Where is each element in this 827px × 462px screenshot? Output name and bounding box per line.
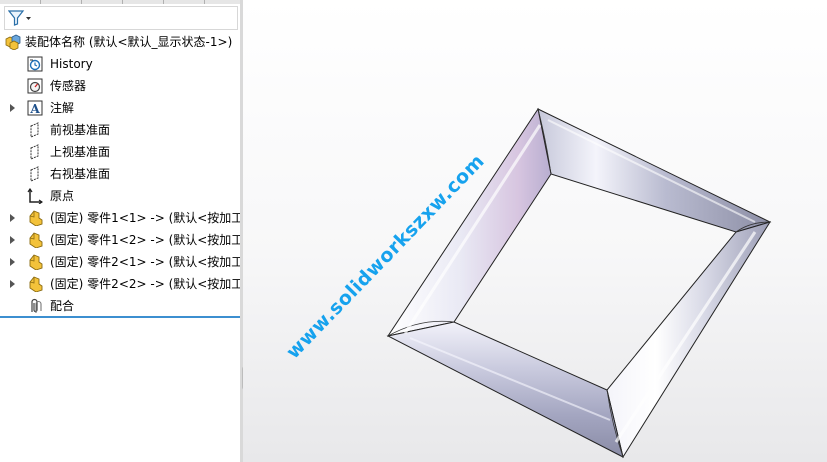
- frame-member-top[interactable]: [537, 108, 772, 233]
- plane-icon: [30, 166, 39, 182]
- tree-item-part[interactable]: (固定) 零件2<1> -> (默认<按加工:: [0, 251, 240, 273]
- tree-item-label: 注解: [50, 101, 75, 115]
- tree-item-label: History: [50, 57, 93, 71]
- tree-item-sensors[interactable]: 传感器: [0, 75, 240, 97]
- tree-separator: [0, 316, 240, 318]
- tree-item-label: 传感器: [50, 79, 87, 93]
- panel-tab[interactable]: [82, 0, 123, 4]
- expand-arrow-icon[interactable]: [10, 236, 15, 244]
- filter-bar[interactable]: [4, 6, 238, 30]
- tree-item-history[interactable]: History: [0, 53, 240, 75]
- frame-model[interactable]: [243, 0, 827, 462]
- panel-tab-strip: [0, 0, 240, 4]
- filter-icon[interactable]: [8, 10, 32, 26]
- part-icon: [29, 276, 43, 292]
- tree-item-annotations[interactable]: A 注解: [0, 97, 240, 119]
- origin-icon: [27, 188, 43, 204]
- part-icon: [29, 254, 43, 270]
- tree-item-label: (固定) 零件1<2> -> (默认<按加工:: [50, 233, 240, 247]
- feature-manager-panel: 装配体名称 (默认<默认_显示状态-1>) History 传感器 A 注解 前…: [0, 0, 240, 462]
- part-icon: [29, 232, 43, 248]
- annotation-icon: A: [27, 100, 43, 116]
- highlight-line: [614, 231, 757, 443]
- tree-item-label: (固定) 零件1<1> -> (默认<按加工:: [50, 211, 240, 225]
- tree-item-part[interactable]: (固定) 零件2<2> -> (默认<按加工:: [0, 273, 240, 295]
- expand-arrow-icon[interactable]: [10, 258, 15, 266]
- panel-tab[interactable]: [0, 0, 41, 4]
- tree-item-label: 配合: [50, 299, 75, 313]
- tree-item-label: (固定) 零件2<2> -> (默认<按加工:: [50, 277, 240, 291]
- expand-arrow-icon[interactable]: [10, 280, 15, 288]
- tree-item-part[interactable]: (固定) 零件1<2> -> (默认<按加工:: [0, 229, 240, 251]
- tree-item-label: 右视基准面: [50, 167, 111, 181]
- sensor-icon: [27, 78, 43, 94]
- plane-icon: [30, 122, 39, 138]
- tree-item-mates[interactable]: 配合: [0, 295, 240, 317]
- tree-item-front-plane[interactable]: 前视基准面: [0, 119, 240, 141]
- tree-item-label: 前视基准面: [50, 123, 111, 137]
- mates-icon: [31, 298, 42, 313]
- tree-root-assembly[interactable]: 装配体名称 (默认<默认_显示状态-1>): [0, 31, 240, 53]
- frame-member-right[interactable]: [606, 221, 772, 459]
- tree-item-part[interactable]: (固定) 零件1<1> -> (默认<按加工:: [0, 207, 240, 229]
- tree-item-top-plane[interactable]: 上视基准面: [0, 141, 240, 163]
- panel-tab[interactable]: [123, 0, 164, 4]
- expand-arrow-icon[interactable]: [10, 104, 15, 112]
- tree-item-label: 上视基准面: [50, 145, 111, 159]
- plane-icon: [30, 144, 39, 160]
- panel-tab[interactable]: [41, 0, 82, 4]
- tree-item-label: (固定) 零件2<1> -> (默认<按加工:: [50, 255, 240, 269]
- panel-tab[interactable]: [164, 0, 205, 4]
- svg-text:A: A: [29, 102, 40, 116]
- expand-arrow-icon[interactable]: [10, 214, 15, 222]
- history-icon: [27, 56, 43, 72]
- tree-item-label: 原点: [50, 189, 75, 203]
- tree-root-label: 装配体名称 (默认<默认_显示状态-1>): [25, 35, 233, 49]
- tree-item-right-plane[interactable]: 右视基准面: [0, 163, 240, 185]
- frame-member-bottom[interactable]: [386, 321, 624, 458]
- tree-item-origin[interactable]: 原点: [0, 185, 240, 207]
- part-icon: [29, 210, 43, 226]
- graphics-viewport[interactable]: [243, 0, 827, 462]
- assembly-icon: [5, 34, 21, 50]
